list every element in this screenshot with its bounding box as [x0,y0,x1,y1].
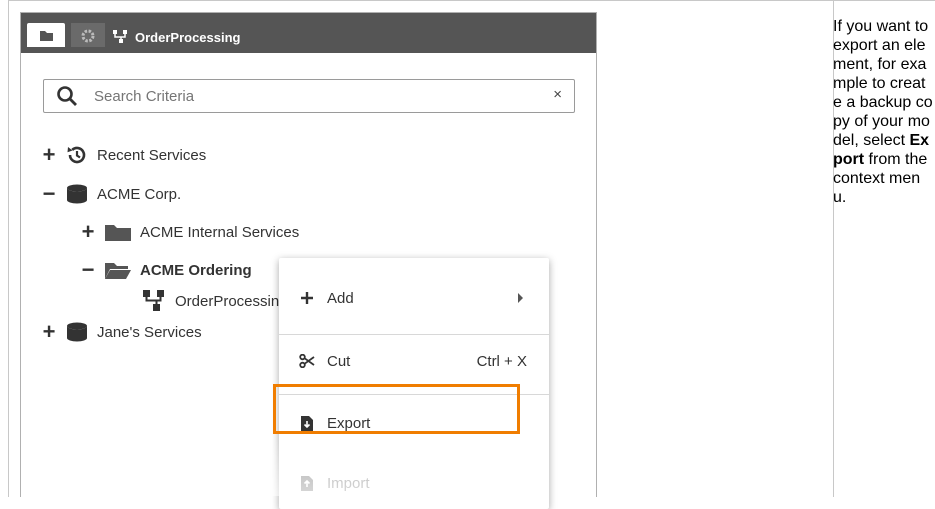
expand-toggle[interactable]: + [41,144,57,166]
menu-item-label: Cut [327,352,351,370]
tree-item-label: ACME Ordering [140,261,252,279]
plus-icon [299,291,315,305]
menu-item-label: Import [327,474,370,492]
folder-icon [104,222,132,242]
database-icon [65,322,89,342]
collapse-toggle[interactable]: − [80,259,96,281]
tree-item-acme-internal-services[interactable]: + ACME Internal Services [80,219,300,245]
tree-item-janes-services[interactable]: + Jane's Services [41,319,202,345]
collapse-toggle[interactable]: − [41,183,57,205]
model-icon [113,30,127,43]
description-text: If you want to export an element, for ex… [833,17,933,207]
search-box: × [43,79,575,113]
gear-icon [81,29,95,43]
tree-item-label: OrderProcessing [175,292,288,310]
tab-settings[interactable] [71,23,105,47]
clear-search-button[interactable]: × [553,86,562,103]
shortcut-label: Ctrl + X [476,352,527,370]
menu-item-add[interactable]: Add [279,274,549,322]
tree-item-acme-corp[interactable]: − ACME Corp. [41,181,182,207]
scissors-icon [299,354,315,368]
tree-item-label: Jane's Services [97,323,202,341]
tree-item-acme-ordering[interactable]: − ACME Ordering [80,257,252,283]
expand-toggle[interactable]: + [41,321,57,343]
search-icon [57,86,77,106]
tree-item-label: ACME Internal Services [140,223,300,241]
tree-item-label: ACME Corp. [97,185,182,203]
model-icon [143,290,167,312]
recent-icon [65,143,89,167]
submenu-arrow-icon [518,293,523,303]
search-input[interactable] [92,86,536,106]
export-highlight-frame [273,384,520,434]
tree-item-label: Recent Services [97,146,207,164]
tab-model[interactable]: OrderProcessing [113,27,241,47]
database-icon [65,184,89,204]
menu-item-label: Add [327,289,354,307]
menu-item-import[interactable]: Import [279,459,549,507]
tree-item-recent-services[interactable]: + Recent Services [41,142,207,168]
expand-toggle[interactable]: + [80,221,96,243]
import-icon [299,475,315,491]
tree-item-orderprocessing[interactable]: OrderProcessing [119,288,288,314]
note-text-1: If you want to export an element, for ex… [833,18,933,149]
panel-header: OrderProcessing [21,13,596,53]
folder-open-icon [104,260,132,280]
tab-folder[interactable] [27,23,65,47]
menu-item-cut[interactable]: Cut Ctrl + X [279,337,549,385]
menu-separator [279,334,549,335]
model-title: OrderProcessing [135,29,241,45]
folder-icon [40,31,53,41]
